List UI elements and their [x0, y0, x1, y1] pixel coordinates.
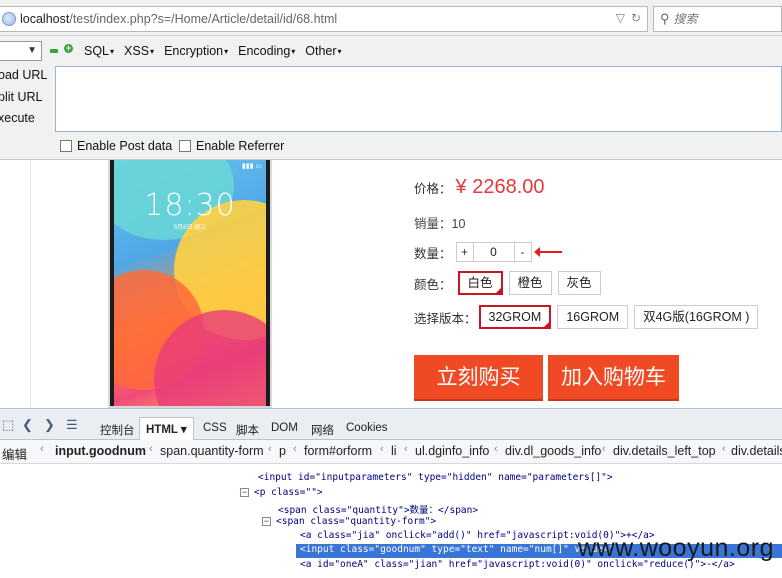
sales-count: 销量：10 — [414, 217, 466, 231]
quantity-increase-button[interactable]: + — [457, 243, 473, 261]
phone-clock: 18:30 — [144, 188, 236, 223]
hackbar-url-textarea[interactable] — [55, 66, 782, 132]
tab-network[interactable]: 网络 — [311, 422, 334, 438]
hackbar: ▼ + SQL XSS Encryption Encoding Other oa… — [0, 36, 782, 160]
hackbar-menu: SQL XSS Encryption Encoding Other — [84, 44, 352, 58]
phone-date: 5月8日 周三 — [173, 225, 207, 231]
add-to-cart-button[interactable]: 加入购物车 — [548, 355, 679, 401]
breadcrumb-item[interactable]: div.details_left_top — [613, 444, 716, 458]
breadcrumb-item[interactable]: li — [391, 444, 397, 458]
tab-css[interactable]: CSS — [203, 422, 227, 434]
execute-button[interactable]: xecute — [0, 111, 35, 125]
tab-cookies[interactable]: Cookies — [346, 422, 388, 434]
enable-post-checkbox[interactable]: Enable Post data — [60, 139, 172, 153]
color-option-gray[interactable]: 灰色 — [557, 271, 601, 295]
forward-icon[interactable]: ❯ — [44, 417, 55, 433]
address-bar: localhost/test/index.php?s=/Home/Article… — [0, 0, 782, 36]
version-option-dual4g[interactable]: 双4G版(16GROM ) — [634, 305, 759, 329]
enable-referrer-label: Enable Referrer — [196, 139, 285, 153]
search-input[interactable] — [673, 12, 770, 26]
inspect-icon[interactable]: ⬚ — [2, 417, 14, 433]
list-icon[interactable]: ☰ — [66, 417, 78, 433]
tab-console[interactable]: 控制台 — [100, 422, 135, 438]
breadcrumb-item[interactable]: span.quantity-form — [160, 444, 264, 458]
breadcrumb-item[interactable]: input.goodnum — [55, 444, 146, 458]
menu-encoding[interactable]: Encoding — [238, 44, 295, 58]
code-line[interactable]: <p class=""> — [254, 487, 323, 498]
menu-encryption[interactable]: Encryption — [164, 44, 228, 58]
firebug-toolbar: ⬚ ❮ ❯ ☰ 控制台 HTML ▾ CSS 脚本 DOM 网络 Cookies — [0, 408, 782, 441]
quantity-decrease-button[interactable]: - — [515, 243, 531, 261]
breadcrumb-item[interactable]: ul.dginfo_info — [415, 444, 489, 458]
breadcrumb: 编辑 ‹ input.goodnum ‹ span.quantity-form … — [0, 440, 782, 464]
minus-icon[interactable] — [50, 49, 58, 53]
enable-referrer-checkbox[interactable]: Enable Referrer — [179, 139, 284, 153]
menu-sql[interactable]: SQL — [84, 44, 114, 58]
split-url-button[interactable]: plit URL — [0, 90, 42, 104]
hackbar-select[interactable]: ▼ — [0, 41, 42, 61]
load-url-button[interactable]: oad URL — [0, 68, 47, 82]
selected-code-line[interactable]: <input class="goodnum" type="text" name=… — [300, 544, 615, 555]
menu-other[interactable]: Other — [305, 44, 341, 58]
globe-icon — [2, 12, 16, 26]
buy-now-button[interactable]: 立刻购买 — [414, 355, 543, 401]
price-value: ¥ 2268.00 — [455, 176, 545, 198]
product-image: ▮▮▮ ▭ 18:30 5月8日 周三 — [108, 160, 272, 408]
url-text[interactable]: localhost/test/index.php?s=/Home/Article… — [20, 12, 337, 26]
breadcrumb-item[interactable]: p — [279, 444, 286, 458]
code-line[interactable]: <span class="quantity-form"> — [276, 516, 436, 527]
color-option-white[interactable]: 白色 — [457, 271, 503, 295]
collapse-icon[interactable]: − — [262, 517, 271, 526]
breadcrumb-item[interactable]: form#orform — [304, 444, 372, 458]
plus-icon[interactable]: + — [64, 44, 73, 53]
edit-button[interactable]: 编辑 — [2, 444, 27, 463]
menu-xss[interactable]: XSS — [124, 44, 154, 58]
arrow-icon — [533, 247, 562, 257]
price-label: 价格： — [414, 182, 452, 196]
tab-dom[interactable]: DOM — [271, 422, 298, 434]
checkbox-icon[interactable] — [60, 140, 72, 152]
color-option-orange[interactable]: 橙色 — [508, 271, 552, 295]
reload-icon[interactable]: ↻ — [631, 11, 641, 25]
version-option-32grom[interactable]: 32GROM — [478, 305, 552, 329]
code-line[interactable]: <input id="inputparameters" type="hidden… — [258, 472, 613, 483]
version-option-16grom[interactable]: 16GROM — [557, 305, 629, 329]
quantity-input[interactable]: 0 — [472, 243, 515, 261]
quantity-stepper: + 0 - — [455, 242, 532, 262]
breadcrumb-item[interactable]: div.dl_goods_info — [505, 444, 601, 458]
collapse-icon[interactable]: − — [240, 488, 249, 497]
back-icon[interactable]: ❮ — [22, 417, 33, 433]
quantity-label: 数量： — [414, 246, 452, 261]
code-line[interactable]: <span class="quantity">数量：</span> — [278, 502, 478, 516]
tab-script[interactable]: 脚本 — [236, 422, 259, 438]
checkbox-icon[interactable] — [179, 140, 191, 152]
url-field[interactable]: localhost/test/index.php?s=/Home/Article… — [0, 6, 648, 32]
tab-html[interactable]: HTML ▾ — [139, 417, 194, 441]
breadcrumb-item[interactable]: div.details — [731, 444, 782, 458]
search-box[interactable]: ⚲ — [653, 6, 782, 32]
product-page: ▮▮▮ ▭ 18:30 5月8日 周三 价格： ¥ 2268.00 销量：10 … — [0, 160, 782, 408]
search-icon: ⚲ — [660, 11, 670, 26]
watermark: www.wooyun.org — [578, 534, 774, 562]
version-label: 选择版本： — [414, 311, 477, 326]
dropdown-icon[interactable]: ▽ — [616, 11, 625, 25]
enable-post-label: Enable Post data — [77, 139, 173, 153]
color-label: 颜色： — [414, 277, 452, 292]
